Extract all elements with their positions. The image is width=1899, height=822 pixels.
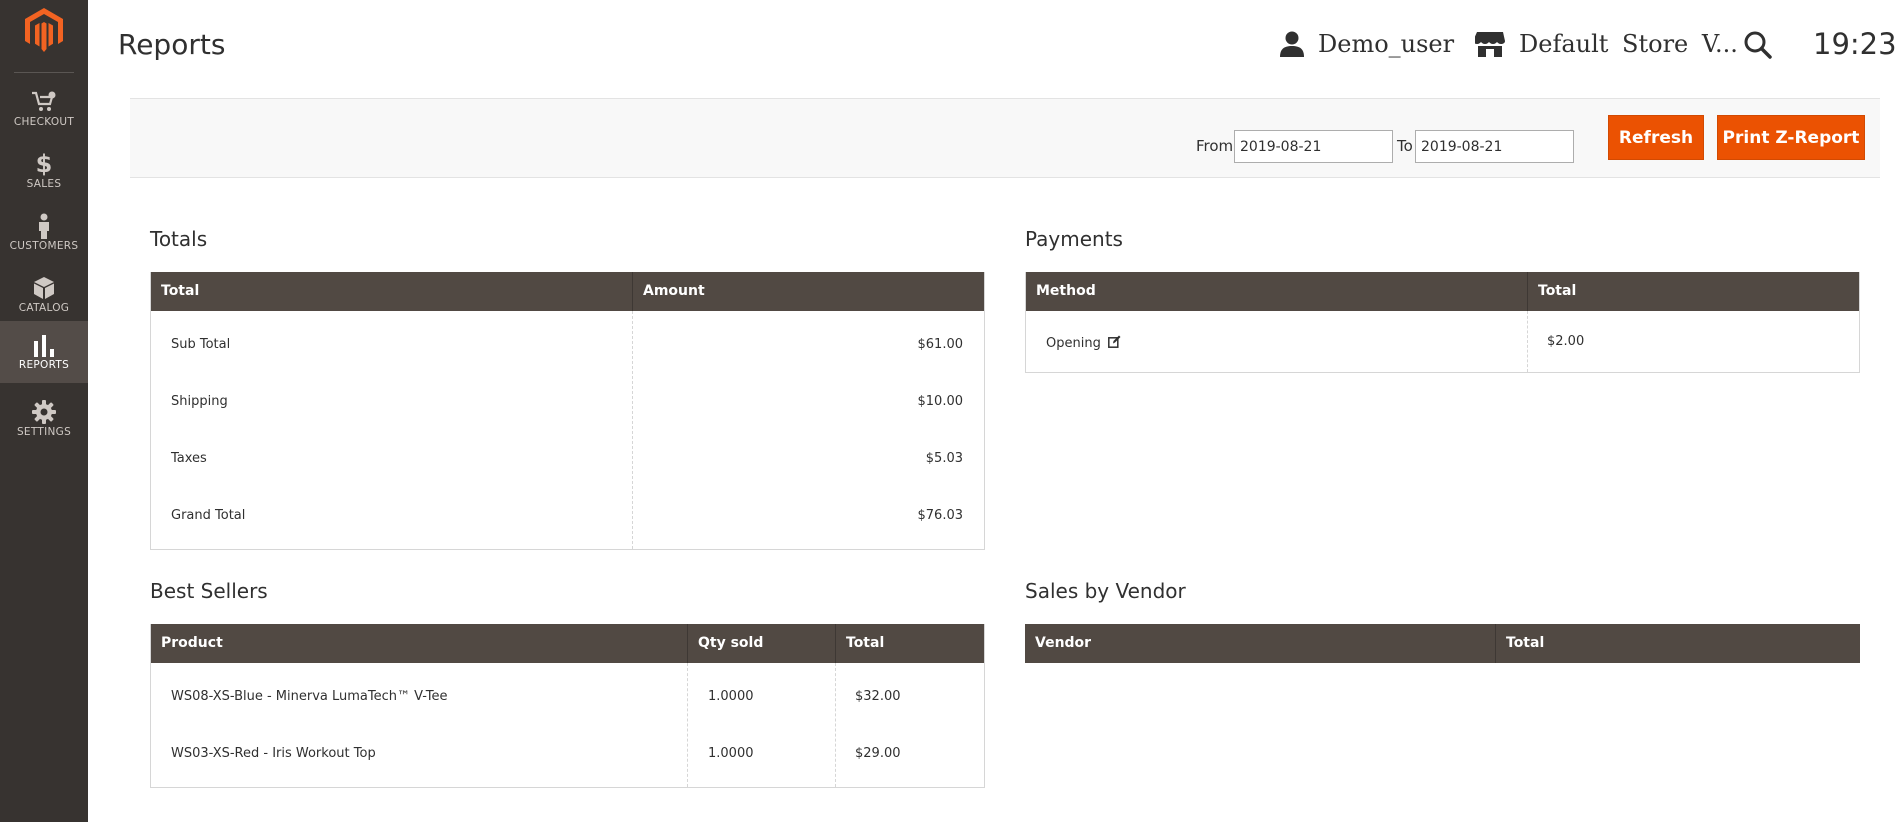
sidebar-item-reports[interactable]: REPORTS bbox=[0, 321, 88, 383]
sidebar-item-label: SALES bbox=[26, 178, 62, 190]
row-label: Shipping bbox=[171, 394, 228, 409]
box-icon bbox=[0, 274, 88, 302]
row-amount: $10.00 bbox=[917, 394, 964, 409]
row-product: WS08-XS-Blue - Minerva LumaTech™ V-Tee bbox=[171, 689, 448, 704]
page-title: Reports bbox=[118, 28, 226, 61]
logo-divider bbox=[14, 72, 74, 73]
magento-logo-icon[interactable] bbox=[25, 8, 63, 52]
row-product: WS03-XS-Red - Iris Workout Top bbox=[171, 746, 376, 761]
clock: 19:23 bbox=[1813, 27, 1897, 61]
sidebar-item-label: CUSTOMERS bbox=[9, 240, 79, 252]
filter-bar: From To Refresh Print Z-Report bbox=[130, 98, 1880, 178]
table-row: Shipping $10.00 bbox=[151, 373, 984, 430]
row-method: Opening bbox=[1046, 315, 1121, 372]
row-amount: $5.03 bbox=[925, 451, 963, 466]
best-sellers-table: Product Qty sold Total WS08-XS-Blue - Mi… bbox=[150, 624, 985, 788]
column-header-method: Method bbox=[1036, 283, 1096, 299]
sidebar-item-label: CATALOG bbox=[18, 302, 70, 314]
row-label: Grand Total bbox=[171, 508, 246, 523]
sales-by-vendor-title: Sales by Vendor bbox=[1025, 579, 1186, 603]
table-header: Total Amount bbox=[151, 272, 984, 311]
column-header-total: Total bbox=[161, 283, 200, 299]
row-total: $29.00 bbox=[855, 746, 901, 761]
cart-icon bbox=[0, 88, 88, 116]
table-header: Method Total bbox=[1026, 272, 1859, 311]
edit-icon[interactable] bbox=[1108, 335, 1121, 348]
sidebar-item-label: REPORTS bbox=[18, 359, 70, 371]
table-body: Opening $2.00 bbox=[1026, 311, 1859, 372]
user-name: Demo_user bbox=[1318, 30, 1455, 58]
column-header-product: Product bbox=[161, 635, 223, 651]
user-icon bbox=[1280, 31, 1304, 57]
sidebar-item-checkout[interactable]: CHECKOUT bbox=[0, 78, 88, 140]
column-header-qty-sold: Qty sold bbox=[687, 624, 835, 663]
column-header-vendor: Vendor bbox=[1035, 635, 1092, 651]
column-header-total: Total bbox=[835, 624, 984, 663]
column-header-amount: Amount bbox=[632, 272, 984, 311]
totals-title: Totals bbox=[150, 227, 208, 251]
table-row: Grand Total $76.03 bbox=[151, 487, 984, 544]
dollar-icon: $ bbox=[35, 150, 53, 178]
table-row: Taxes $5.03 bbox=[151, 430, 984, 487]
table-body: WS08-XS-Blue - Minerva LumaTech™ V-Tee 1… bbox=[151, 663, 984, 787]
table-body: Sub Total $61.00 Shipping $10.00 Taxes $… bbox=[151, 311, 984, 549]
row-qty: 1.0000 bbox=[708, 689, 754, 704]
gear-icon bbox=[0, 398, 88, 426]
refresh-button[interactable]: Refresh bbox=[1608, 115, 1704, 160]
print-z-report-button[interactable]: Print Z-Report bbox=[1717, 115, 1865, 160]
payments-title: Payments bbox=[1025, 227, 1123, 251]
sidebar-item-label: CHECKOUT bbox=[13, 116, 75, 128]
row-total: $2.00 bbox=[1547, 334, 1585, 349]
sidebar-item-sales[interactable]: $ SALES bbox=[0, 140, 88, 202]
best-sellers-title: Best Sellers bbox=[150, 579, 268, 603]
person-icon bbox=[0, 212, 88, 240]
store-switcher[interactable]: Default Store V... bbox=[1475, 30, 1738, 58]
sidebar-item-settings[interactable]: SETTINGS bbox=[0, 388, 88, 450]
table-row: WS03-XS-Red - Iris Workout Top 1.0000 $2… bbox=[151, 725, 984, 782]
from-label: From bbox=[1196, 137, 1234, 155]
table-header: Vendor Total bbox=[1025, 624, 1860, 663]
column-header-total: Total bbox=[1527, 272, 1859, 311]
row-amount: $76.03 bbox=[917, 508, 964, 523]
from-date-input[interactable] bbox=[1234, 130, 1393, 163]
row-total: $32.00 bbox=[855, 689, 901, 704]
row-label: Taxes bbox=[171, 451, 207, 466]
row-amount: $61.00 bbox=[917, 337, 964, 352]
table-row: WS08-XS-Blue - Minerva LumaTech™ V-Tee 1… bbox=[151, 668, 984, 725]
sales-by-vendor-table: Vendor Total bbox=[1025, 624, 1860, 663]
sidebar-item-customers[interactable]: CUSTOMERS bbox=[0, 202, 88, 264]
bar-chart-icon bbox=[0, 331, 88, 359]
totals-table: Total Amount Sub Total $61.00 Shipping $… bbox=[150, 272, 985, 550]
method-name: Opening bbox=[1046, 336, 1101, 351]
sidebar-item-label: SETTINGS bbox=[16, 426, 72, 438]
search-icon[interactable] bbox=[1744, 31, 1772, 59]
table-row: Sub Total $61.00 bbox=[151, 316, 984, 373]
table-header: Product Qty sold Total bbox=[151, 624, 984, 663]
row-label: Sub Total bbox=[171, 337, 231, 352]
store-icon bbox=[1475, 32, 1505, 57]
user-menu[interactable]: Demo_user bbox=[1280, 30, 1454, 58]
to-label: To bbox=[1397, 137, 1413, 155]
row-qty: 1.0000 bbox=[708, 746, 754, 761]
sidebar-item-catalog[interactable]: CATALOG bbox=[0, 264, 88, 326]
column-header-total: Total bbox=[1495, 624, 1860, 663]
store-name: Default Store V... bbox=[1519, 30, 1738, 58]
to-date-input[interactable] bbox=[1415, 130, 1574, 163]
sidebar: CHECKOUT $ SALES CUSTOMERS CATALOG REPOR… bbox=[0, 0, 88, 822]
table-row: Opening $2.00 bbox=[1026, 313, 1859, 370]
payments-table: Method Total Opening $2.00 bbox=[1025, 272, 1860, 373]
